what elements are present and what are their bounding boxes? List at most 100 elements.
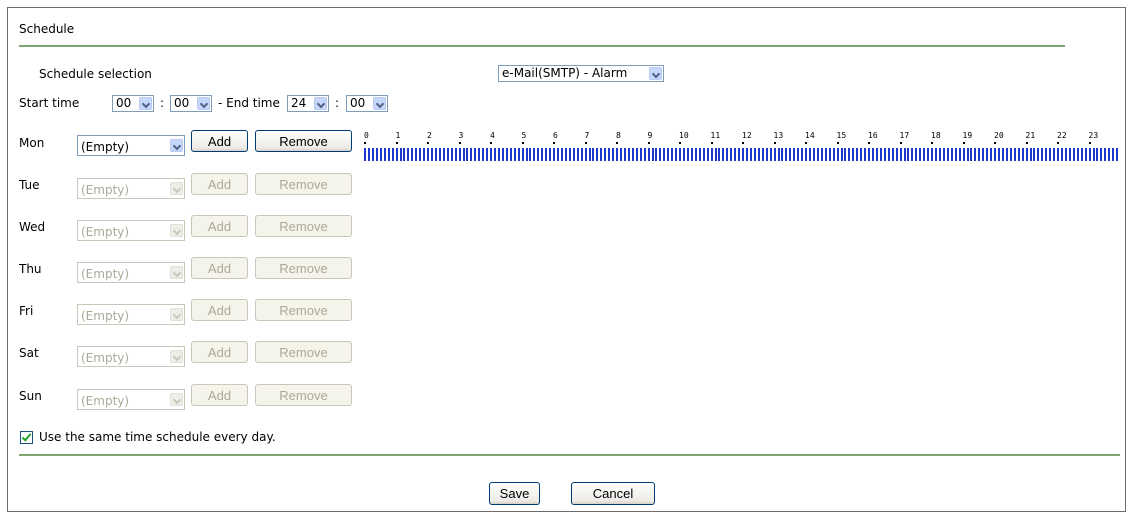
timeline-slot[interactable]: [998, 148, 1000, 161]
timeline-slot[interactable]: [431, 148, 433, 161]
timeline-slot[interactable]: [879, 148, 882, 161]
timeline-slot[interactable]: [375, 148, 378, 161]
timeline-slot[interactable]: [702, 148, 705, 161]
timeline-slot[interactable]: [576, 148, 579, 161]
timeline-slot[interactable]: [627, 148, 630, 161]
timeline-slot[interactable]: [911, 148, 914, 161]
timeline-slot[interactable]: [537, 148, 540, 161]
timeline-slot[interactable]: [545, 148, 548, 161]
timeline-slot[interactable]: [651, 148, 654, 161]
timeline-slot[interactable]: [399, 148, 402, 161]
timeline-slot[interactable]: [486, 148, 489, 161]
timeline-slot[interactable]: [868, 148, 870, 161]
timeline-slot[interactable]: [769, 148, 772, 161]
timeline-slot[interactable]: [935, 148, 937, 161]
timeline-slot[interactable]: [793, 148, 796, 161]
timeline-slot[interactable]: [753, 148, 756, 161]
day-select-sat[interactable]: (Empty): [77, 346, 185, 367]
timeline-slot[interactable]: [1033, 148, 1036, 161]
timeline-slot[interactable]: [907, 148, 910, 161]
timeline-slot[interactable]: [824, 148, 827, 161]
timeline-slot[interactable]: [517, 148, 520, 161]
timeline-slot[interactable]: [761, 148, 764, 161]
timeline-slot[interactable]: [490, 148, 492, 161]
timeline-slot[interactable]: [631, 148, 634, 161]
timeline-slot[interactable]: [974, 148, 977, 161]
timeline-slot[interactable]: [773, 148, 776, 161]
timeline-slot[interactable]: [596, 148, 599, 161]
timeline-slot[interactable]: [785, 148, 788, 161]
timeline-slot[interactable]: [883, 148, 886, 161]
timeline-slot[interactable]: [564, 148, 567, 161]
timeline-slot[interactable]: [604, 148, 607, 161]
timeline-slot[interactable]: [832, 148, 835, 161]
remove-button-thu[interactable]: Remove: [255, 257, 352, 279]
timeline-slot[interactable]: [777, 148, 780, 161]
timeline-slot[interactable]: [970, 148, 973, 161]
timeline-slot[interactable]: [470, 148, 473, 161]
timeline-slot[interactable]: [438, 148, 441, 161]
timeline-slot[interactable]: [647, 148, 650, 161]
timeline-slot[interactable]: [620, 148, 622, 161]
timeline-slot[interactable]: [938, 148, 941, 161]
timeline-slot[interactable]: [765, 148, 768, 161]
timeline-slot[interactable]: [1064, 148, 1067, 161]
timeline-slot[interactable]: [742, 148, 744, 161]
timeline-slot[interactable]: [895, 148, 898, 161]
timeline-slot[interactable]: [954, 148, 957, 161]
timeline-slot[interactable]: [364, 148, 366, 161]
timeline-slot[interactable]: [549, 148, 552, 161]
timeline-slot[interactable]: [710, 148, 713, 161]
timeline-slot[interactable]: [1108, 148, 1111, 161]
day-select-thu[interactable]: (Empty): [77, 262, 185, 283]
timeline-slot[interactable]: [856, 148, 859, 161]
timeline-slot[interactable]: [734, 148, 737, 161]
timeline-slot[interactable]: [706, 148, 709, 161]
timeline-slot[interactable]: [1013, 148, 1016, 161]
timeline-slot[interactable]: [994, 148, 996, 161]
timeline-slot[interactable]: [679, 148, 681, 161]
timeline-slot[interactable]: [899, 148, 902, 161]
timeline-slot[interactable]: [686, 148, 689, 161]
timeline-slot[interactable]: [738, 148, 741, 161]
day-select-sun[interactable]: (Empty): [77, 389, 185, 410]
timeline-slot[interactable]: [568, 148, 571, 161]
timeline-slot[interactable]: [643, 148, 646, 161]
timeline-slot[interactable]: [690, 148, 693, 161]
cancel-button[interactable]: Cancel: [571, 482, 655, 505]
timeline-slot[interactable]: [368, 148, 370, 161]
timeline-slot[interactable]: [781, 148, 784, 161]
timeline-slot[interactable]: [840, 148, 843, 161]
timeline-slot[interactable]: [442, 148, 445, 161]
timeline-slot[interactable]: [1084, 148, 1087, 161]
timeline-slot[interactable]: [1017, 148, 1020, 161]
add-button-sun[interactable]: Add: [191, 384, 248, 406]
timeline-slot[interactable]: [383, 148, 386, 161]
timeline-slot[interactable]: [458, 148, 461, 161]
timeline-slot[interactable]: [403, 148, 406, 161]
timeline-slot[interactable]: [612, 148, 615, 161]
timeline-slot[interactable]: [1045, 148, 1048, 161]
timeline-slot[interactable]: [1025, 148, 1028, 161]
timeline-slot[interactable]: [1072, 148, 1075, 161]
timeline-slot[interactable]: [797, 148, 800, 161]
timeline-slot[interactable]: [1021, 148, 1024, 161]
remove-button-tue[interactable]: Remove: [255, 173, 352, 195]
timeline-slot[interactable]: [474, 148, 477, 161]
timeline-slot[interactable]: [659, 148, 662, 161]
timeline-slot[interactable]: [1001, 148, 1004, 161]
timeline-slot[interactable]: [931, 148, 933, 161]
timeline-slot[interactable]: [919, 148, 922, 161]
timeline-slot[interactable]: [584, 148, 587, 161]
timeline-slot[interactable]: [600, 148, 603, 161]
timeline-slot[interactable]: [1005, 148, 1008, 161]
day-select-fri[interactable]: (Empty): [77, 304, 185, 325]
timeline-slot[interactable]: [805, 148, 807, 161]
day-select-mon[interactable]: (Empty): [77, 135, 185, 156]
timeline-slot[interactable]: [466, 148, 469, 161]
timeline-slot[interactable]: [667, 148, 670, 161]
timeline-slot[interactable]: [454, 148, 457, 161]
timeline-slot[interactable]: [990, 148, 993, 161]
timeline-slot[interactable]: [1061, 148, 1063, 161]
timeline-slot[interactable]: [942, 148, 945, 161]
